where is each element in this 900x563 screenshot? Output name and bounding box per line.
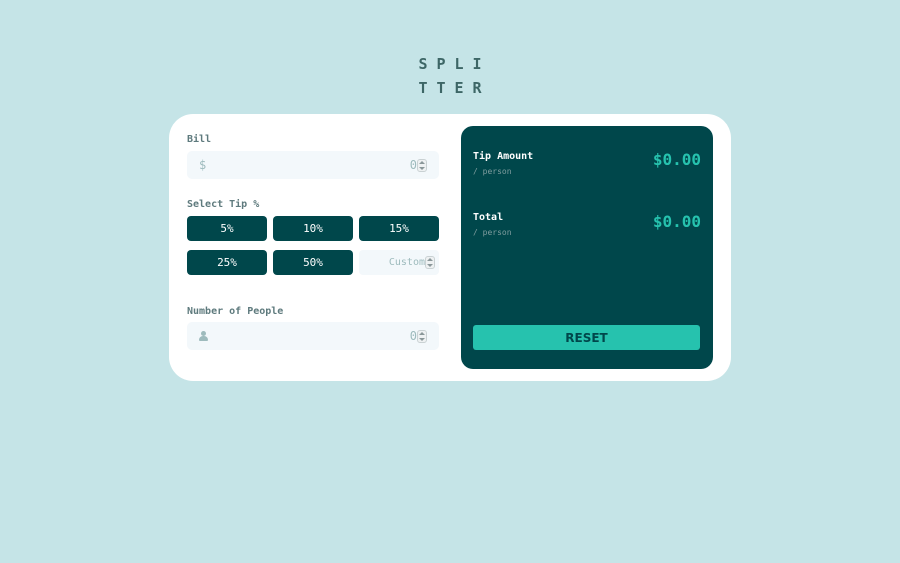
tip-button-15[interactable]: 15% [359,216,439,241]
calculator-card: Bill $ 0 Select Tip % 5% 10% 15% 25% 50%… [169,114,731,381]
people-label: Number of People [187,306,284,317]
bill-spinner[interactable] [417,159,427,172]
logo-line-2: TTER [418,79,491,97]
tip-button-50[interactable]: 50% [273,250,353,275]
app-logo: SPLI TTER [0,52,900,100]
total-title: Total [473,212,504,223]
bill-value: 0 [409,158,417,172]
tip-amount-value: $0.00 [652,150,701,169]
total-sub: / person [473,228,512,237]
tip-button-10[interactable]: 10% [273,216,353,241]
reset-button[interactable]: RESET [473,325,700,350]
logo-line-1: SPLI [418,55,491,73]
person-icon [199,331,208,341]
people-spinner[interactable] [417,330,427,343]
tip-amount-sub: / person [473,167,512,176]
custom-tip-spinner[interactable] [425,256,435,269]
dollar-icon: $ [199,158,207,172]
select-tip-label: Select Tip % [187,199,260,210]
custom-tip-placeholder: Custom [388,257,425,268]
tip-button-5[interactable]: 5% [187,216,267,241]
results-panel: Tip Amount / person $0.00 Total / person… [461,126,713,369]
tip-amount-title: Tip Amount [473,151,534,162]
people-input[interactable]: 0 [187,322,439,350]
tip-button-25[interactable]: 25% [187,250,267,275]
bill-label: Bill [187,134,212,145]
custom-tip-input[interactable]: Custom [359,250,439,275]
bill-input[interactable]: $ 0 [187,151,439,179]
total-value: $0.00 [652,212,701,231]
people-value: 0 [409,329,417,343]
